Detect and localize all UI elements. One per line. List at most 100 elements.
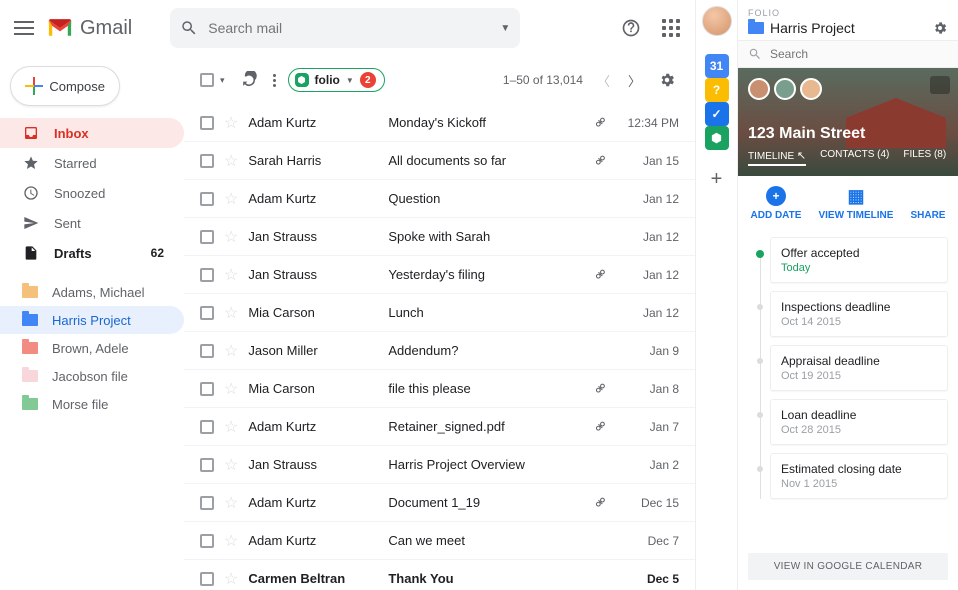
calendar-icon[interactable]: 31 [705,54,729,78]
folder-icon [22,286,38,298]
star-icon[interactable]: ☆ [224,227,238,247]
mail-row[interactable]: ☆Mia CarsonLunchJan 12 [184,294,695,332]
mail-row[interactable]: ☆Adam KurtzRetainer_signed.pdf⚮Jan 7 [184,408,695,446]
mail-row[interactable]: ☆Adam KurtzQuestionJan 12 [184,180,695,218]
avatar[interactable] [702,6,732,36]
mail-row[interactable]: ☆Adam KurtzMonday's Kickoff⚮12:34 PM [184,104,695,142]
mail-row[interactable]: ☆Jan StraussSpoke with SarahJan 12 [184,218,695,256]
star-icon[interactable]: ☆ [224,189,238,209]
nav-drafts[interactable]: Drafts62 [0,238,184,268]
star-icon[interactable]: ☆ [224,303,238,323]
action-view-timeline[interactable]: ▦VIEW TIMELINE [818,186,893,221]
add-addon-icon[interactable]: + [711,168,723,191]
mail-checkbox[interactable] [200,306,214,320]
mail-row[interactable]: ☆Jan StraussHarris Project OverviewJan 2 [184,446,695,484]
mail-date: Jan 12 [617,306,679,320]
star-icon[interactable]: ☆ [224,417,238,437]
star-icon[interactable]: ☆ [224,569,238,589]
mail-checkbox[interactable] [200,534,214,548]
mail-row[interactable]: ☆Carmen BeltranThank YouDec 5 [184,560,695,590]
label-item[interactable]: Brown, Adele [0,334,184,362]
keep-icon[interactable]: ? [705,78,729,102]
hero-tab[interactable]: CONTACTS (4) [820,149,889,166]
nav-snoozed[interactable]: Snoozed [0,178,184,208]
mail-row[interactable]: ☆Jan StraussYesterday's filing⚮Jan 12 [184,256,695,294]
mail-row[interactable]: ☆Sarah HarrisAll documents so far⚮Jan 15 [184,142,695,180]
view-calendar-button[interactable]: VIEW IN GOOGLE CALENDAR [748,553,948,580]
mail-checkbox[interactable] [200,458,214,472]
menu-icon[interactable] [12,16,36,40]
mail-checkbox[interactable] [200,382,214,396]
mail-date: Jan 12 [617,268,679,282]
mail-date: Jan 12 [617,230,679,244]
star-icon[interactable]: ☆ [224,113,238,133]
mail-row[interactable]: ☆Adam KurtzCan we meetDec 7 [184,522,695,560]
label-item[interactable]: Adams, Michael [0,278,184,306]
gear-icon[interactable] [932,20,948,36]
search-options-caret[interactable]: ▼ [500,23,510,34]
hero-avatars[interactable] [748,78,948,100]
timeline-item[interactable]: Appraisal deadlineOct 19 2015 [770,345,948,391]
mail-subject: Thank You [388,571,583,586]
star-icon[interactable]: ☆ [224,341,238,361]
pager-next[interactable]: 〉 [624,67,645,94]
mail-checkbox[interactable] [200,116,214,130]
file-icon [22,245,40,261]
mail-checkbox[interactable] [200,154,214,168]
timeline-item[interactable]: Inspections deadlineOct 14 2015 [770,291,948,337]
hero-tab[interactable]: FILES (8) [903,149,946,166]
star-icon[interactable]: ☆ [224,493,238,513]
gmail-logo[interactable]: Gmail [46,17,132,40]
select-all-checkbox[interactable] [200,73,214,87]
folio-chip[interactable]: ⬢ folio ▼ 2 [288,68,385,92]
mail-checkbox[interactable] [200,572,214,586]
camera-icon[interactable] [930,76,950,94]
mail-row[interactable]: ☆Jason MillerAddendum?Jan 9 [184,332,695,370]
mail-checkbox[interactable] [200,192,214,206]
mail-subject: Harris Project Overview [388,457,583,472]
action-share[interactable]: ⇶SHARE [910,186,945,221]
pager-prev[interactable]: 〈 [593,67,614,94]
help-icon[interactable] [619,16,643,40]
mail-checkbox[interactable] [200,496,214,510]
apps-icon[interactable] [659,16,683,40]
mail-checkbox[interactable] [200,344,214,358]
folio-search[interactable] [738,40,958,68]
star-icon[interactable]: ☆ [224,379,238,399]
nav-inbox[interactable]: Inbox [0,118,184,148]
label-item[interactable]: Harris Project [0,306,184,334]
label-item[interactable]: Morse file [0,390,184,418]
timeline-item[interactable]: Loan deadlineOct 28 2015 [770,399,948,445]
more-icon[interactable] [273,74,276,87]
mail-checkbox[interactable] [200,268,214,282]
nav-starred[interactable]: Starred [0,148,184,178]
nav-sent[interactable]: Sent [0,208,184,238]
timeline-date: Today [781,262,937,274]
timeline: Offer acceptedToday Inspections deadlineO… [738,231,958,549]
settings-icon[interactable] [655,68,679,92]
mail-row[interactable]: ☆Adam KurtzDocument 1_19⚮Dec 15 [184,484,695,522]
timeline-date: Nov 1 2015 [781,478,937,490]
mail-checkbox[interactable] [200,420,214,434]
search-bar[interactable]: ▼ [170,8,520,48]
mail-checkbox[interactable] [200,230,214,244]
mail-row[interactable]: ☆Mia Carsonfile this please⚮Jan 8 [184,370,695,408]
star-icon[interactable]: ☆ [224,265,238,285]
action-add-date[interactable]: +ADD DATE [751,186,802,221]
timeline-item[interactable]: Offer acceptedToday [770,237,948,283]
compose-button[interactable]: Compose [10,66,120,106]
timeline-item[interactable]: Estimated closing dateNov 1 2015 [770,453,948,499]
mail-subject: Question [388,191,583,206]
mail-subject: Addendum? [388,343,583,358]
star-icon[interactable]: ☆ [224,455,238,475]
select-dropdown-caret[interactable]: ▾ [220,75,225,86]
folio-icon[interactable]: ⬢ [705,126,729,150]
search-input[interactable] [208,20,490,36]
refresh-icon[interactable] [237,68,261,92]
label-item[interactable]: Jacobson file [0,362,184,390]
hero-tab[interactable]: TIMELINE ↖ [748,149,806,166]
star-icon[interactable]: ☆ [224,151,238,171]
folio-search-input[interactable] [770,47,948,61]
tasks-icon[interactable]: ✓ [705,102,729,126]
star-icon[interactable]: ☆ [224,531,238,551]
